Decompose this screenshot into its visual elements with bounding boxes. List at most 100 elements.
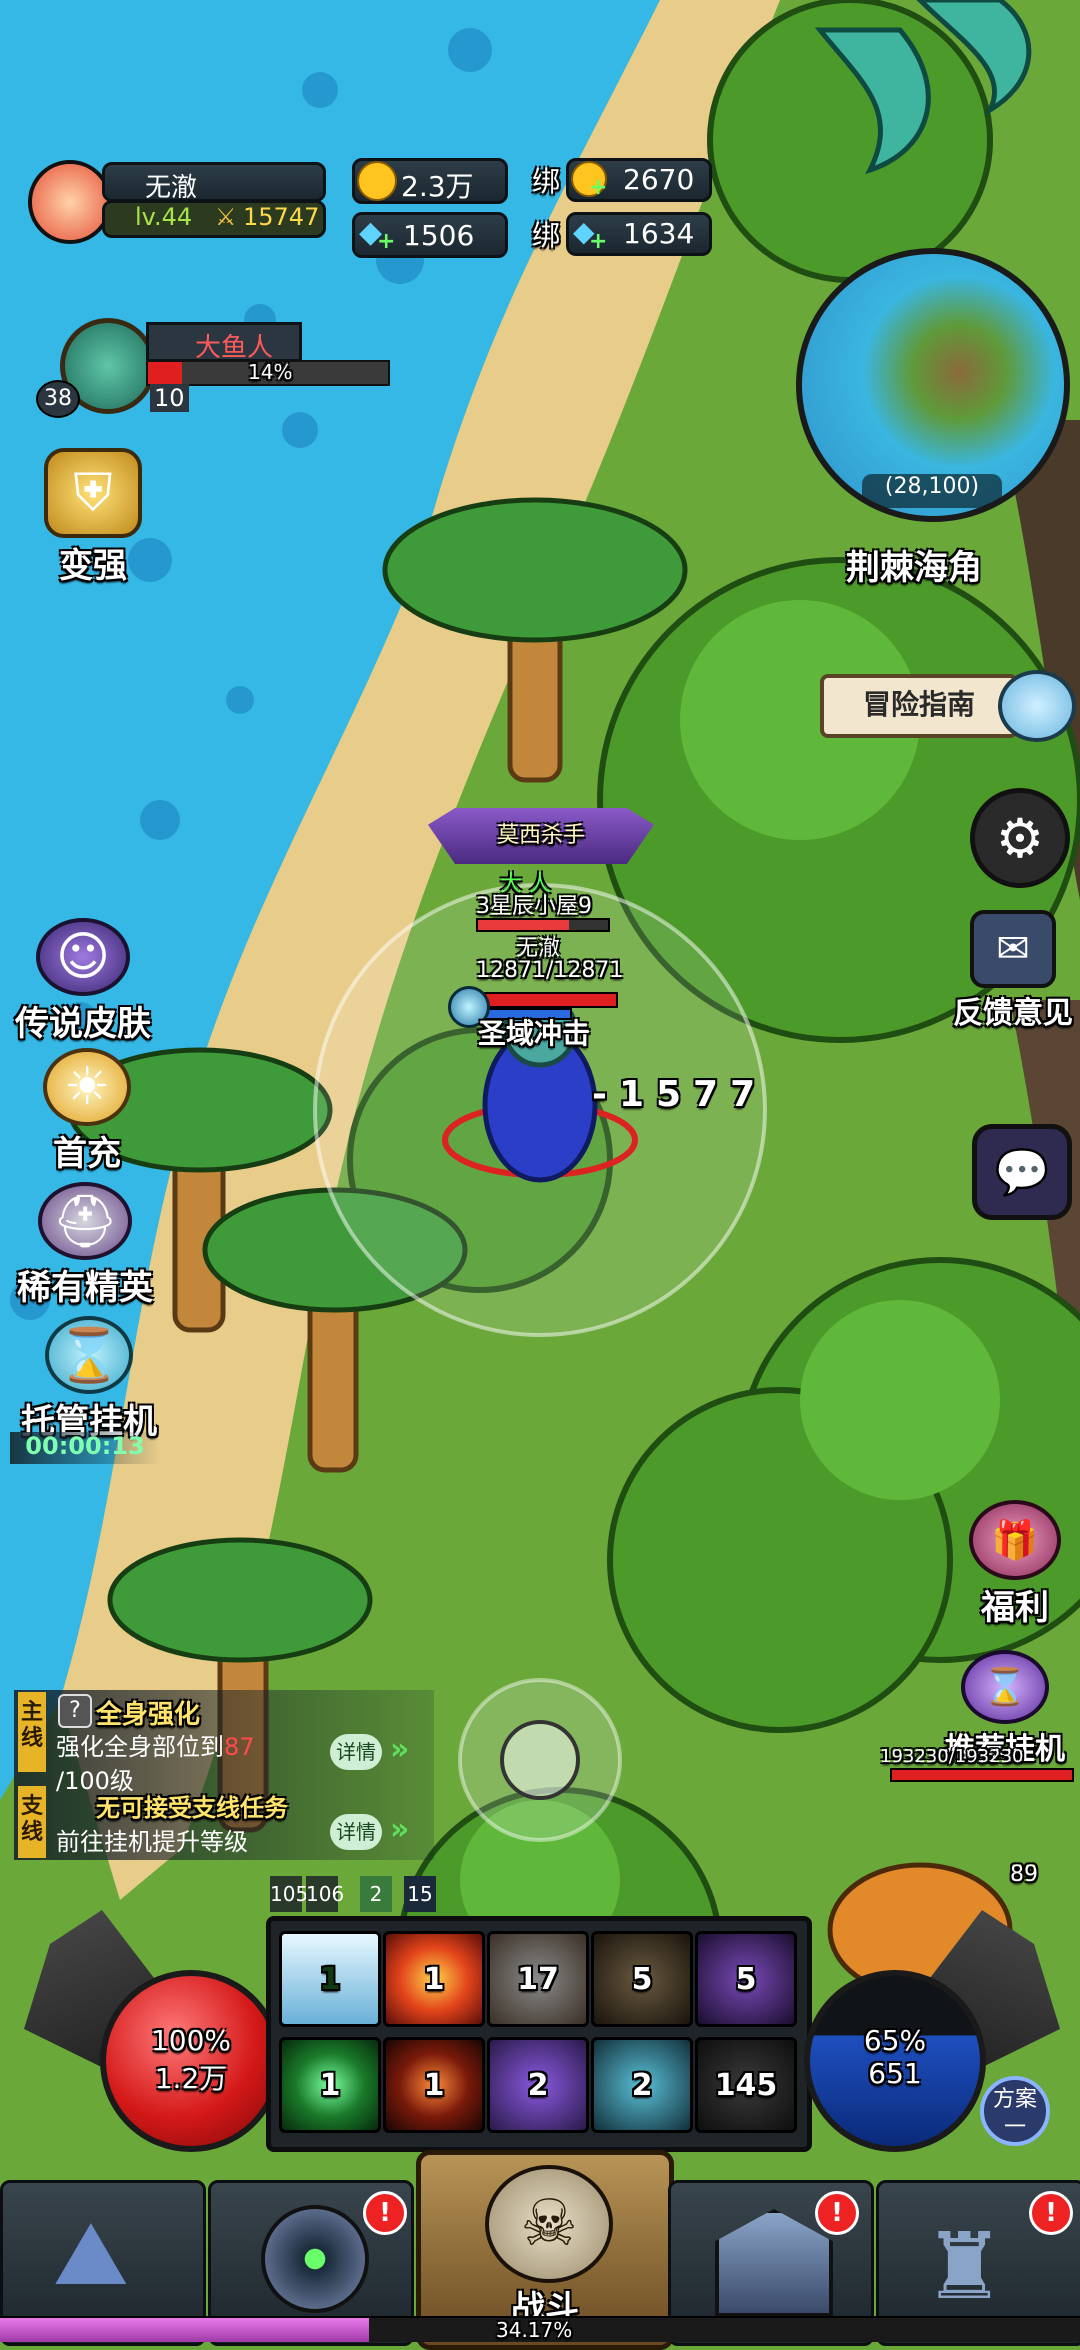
enemy-hp-bar: [890, 1768, 1074, 1782]
buff-icon: 106: [306, 1876, 344, 1912]
plan-label: 方案一: [992, 2087, 1037, 2140]
skill-slot-diamond[interactable]: 1: [279, 1931, 381, 2027]
auto-idle-button[interactable]: ⌛ 托管挂机 00:00:13: [4, 1316, 174, 1466]
skill-slot-hood[interactable]: 2: [487, 2037, 589, 2133]
bound-gem-counter[interactable]: 绑 ◆ + 1634: [532, 212, 712, 256]
rare-elite-button[interactable]: ⛑ 稀有精英: [10, 1182, 160, 1308]
quest-panel[interactable]: 主线 ? 全身强化 强化全身部位到87 /100级 详情 » 支线 无可接受支线…: [14, 1690, 434, 1860]
bound-gold-value: 2670: [623, 163, 695, 196]
minimap-coords: (28,100): [884, 474, 980, 499]
player-level-bar: lv.44 ⚔ 15747: [102, 200, 326, 238]
gem-plus-icon: +: [377, 229, 396, 254]
skill-count: 2: [527, 2067, 549, 2103]
castle-icon: ♜: [923, 2213, 1006, 2320]
skin-character-icon: ☺: [36, 918, 130, 996]
buff-icon: 105: [270, 1876, 308, 1912]
side-quest-detail-button[interactable]: 详情 »: [330, 1810, 430, 1854]
hero-house: 3星辰小屋9: [476, 894, 592, 919]
gear-icon: ⚙: [995, 806, 1045, 870]
hp-percent: 100%: [150, 2024, 232, 2057]
hooded-warrior-icon: [261, 2205, 369, 2313]
skill-count: 5: [735, 1961, 757, 1997]
enemy-hp-panel: 193230/193230: [880, 1746, 1080, 1786]
player-avatar[interactable]: [28, 160, 112, 244]
side-detail-label: 详情: [330, 1814, 382, 1850]
welfare-button[interactable]: 🎁 福利: [960, 1500, 1070, 1628]
hero-skill-name: 圣域冲击: [478, 1017, 591, 1050]
bound-gold-plus-icon: +: [589, 175, 608, 200]
gold-counter[interactable]: 2.3万: [352, 158, 508, 204]
skill-slot-claw[interactable]: 2: [591, 2037, 693, 2133]
hourglass-purple-icon: ⌛: [961, 1650, 1049, 1724]
hp-orb: 100% 1.2万: [100, 1970, 282, 2152]
skill-count: 1: [319, 2067, 341, 2103]
legend-skin-button[interactable]: ☺ 传说皮肤: [8, 918, 158, 1044]
adventure-guide-button[interactable]: 冒险指南: [820, 670, 1080, 742]
side-quest-tag-text: 支线: [20, 1794, 43, 1845]
skill-count: 17: [517, 1961, 559, 1997]
feedback-label: 反馈意见: [953, 996, 1073, 1031]
gem-counter[interactable]: ◆ + 1506: [352, 212, 508, 258]
skill-slot-shield[interactable]: 17: [487, 1931, 589, 2027]
bound-gem-label: 绑: [532, 219, 561, 252]
zone-name: 荆棘海角: [846, 548, 982, 588]
enemy-level: 89: [1010, 1862, 1038, 1887]
boss-tracker[interactable]: 大鱼人 14% 38 10: [36, 318, 396, 418]
boss-name: 大鱼人: [195, 333, 274, 363]
first-recharge-button[interactable]: ☀ 首充: [32, 1048, 142, 1174]
plan-button[interactable]: 方案一: [980, 2076, 1050, 2146]
bound-gem-value: 1634: [623, 217, 695, 250]
bound-gold-counter[interactable]: 绑 + 2670: [532, 158, 712, 202]
skill-count: 1: [423, 1961, 445, 1997]
skill-slot-demon[interactable]: 1: [383, 2037, 485, 2133]
strengthen-button[interactable]: ⛨ 变强: [38, 448, 148, 586]
mail-scroll-icon: ✉: [970, 910, 1056, 988]
player-name: 无澈: [145, 173, 198, 203]
mp-orb: 65% 651: [804, 1970, 986, 2152]
main-quest-detail-button[interactable]: 详情 »: [330, 1730, 430, 1774]
exp-bar-fill: [0, 2318, 370, 2342]
main-detail-arrow-icon: »: [390, 1732, 410, 1767]
mp-value: 651: [868, 2057, 922, 2090]
side-quest-tag: 支线: [18, 1786, 46, 1858]
skill-slot-shadow[interactable]: 5: [695, 1931, 797, 2027]
gold-coin-icon: [357, 161, 397, 201]
mp-percent: 65%: [863, 2024, 927, 2057]
skill-slot-heal[interactable]: 1: [279, 2037, 381, 2133]
recommend-idle-button[interactable]: ⌛ 推荐挂机: [930, 1650, 1080, 1767]
damage-number: -1577: [592, 1074, 768, 1115]
skill-slot-potion[interactable]: 145: [695, 2037, 797, 2133]
buff-icon: 15: [404, 1876, 436, 1912]
rare-elite-label: 稀有精英: [17, 1268, 153, 1308]
skill-slot-bomb[interactable]: 5: [591, 1931, 693, 2027]
settings-button[interactable]: ⚙: [970, 788, 1070, 888]
hero-mana-fill: [478, 920, 569, 930]
main-quest-tag-text: 主线: [20, 1700, 43, 1751]
skill-slot-fire[interactable]: 1: [383, 1931, 485, 2027]
minimap[interactable]: (28,100): [796, 248, 1070, 522]
welfare-label: 福利: [981, 1588, 1049, 1628]
bound-gold-pill: + 2670: [566, 158, 712, 202]
question-icon: ?: [58, 1694, 92, 1728]
skill-count: 1: [423, 2067, 445, 2103]
guide-label: 冒险指南: [862, 688, 975, 721]
exp-percent: 34.17%: [496, 2318, 573, 2342]
boss-progress-track: 14%: [146, 360, 390, 386]
boss-count: 10: [150, 384, 189, 412]
alert-badge-icon: !: [815, 2191, 859, 2235]
player-name-bar: 无澈: [102, 162, 326, 203]
side-detail-arrow-icon: »: [390, 1812, 410, 1847]
skill-count: 5: [631, 1961, 653, 1997]
helmet-icon: ⛑: [38, 1182, 132, 1260]
skull-swords-icon: ☠: [485, 2165, 613, 2283]
hourglass-icon: ⌛: [45, 1316, 133, 1394]
sun-icon: ☀: [43, 1048, 131, 1126]
legend-skin-label: 传说皮肤: [15, 1004, 151, 1044]
chat-button[interactable]: 💬: [972, 1124, 1072, 1220]
player-panel[interactable]: 无澈 lv.44 ⚔ 15747: [28, 160, 328, 244]
feedback-button[interactable]: ✉ 反馈意见: [946, 910, 1080, 1031]
side-quest-title: 无可接受支线任务: [96, 1794, 288, 1822]
mp-orb-frame: 65% 651 方案一: [800, 1910, 1060, 2152]
alert-badge-icon: !: [363, 2191, 407, 2235]
skill-count: 2: [631, 2067, 653, 2103]
